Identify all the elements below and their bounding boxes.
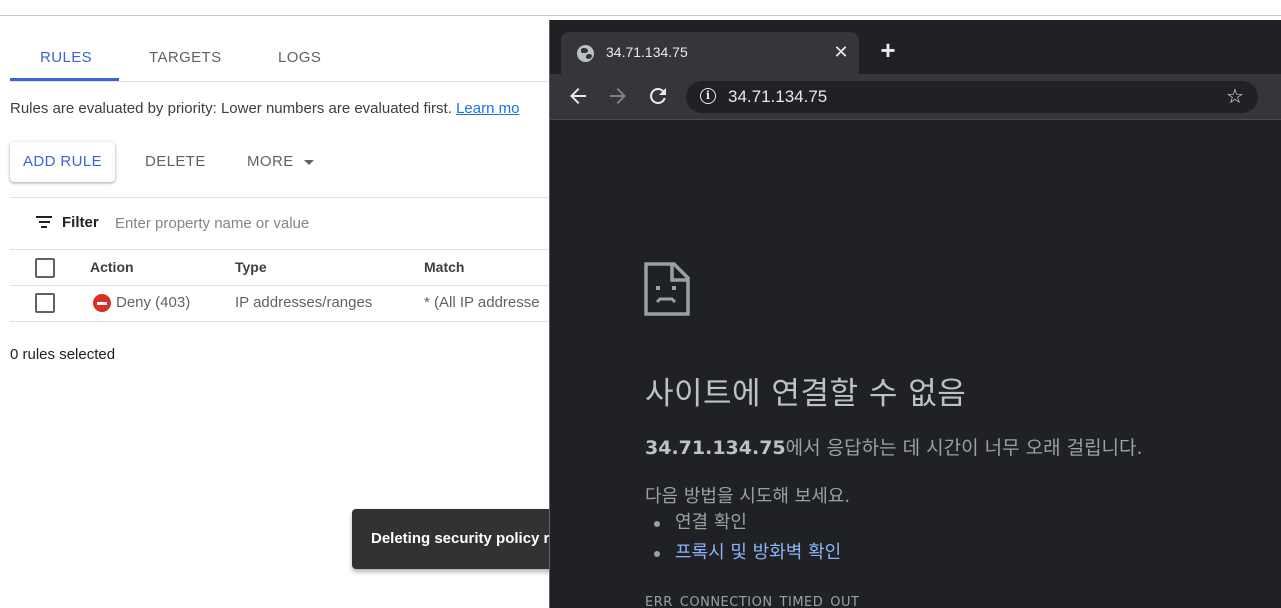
rule-type: IP addresses/ranges bbox=[235, 294, 373, 311]
browser-window: 34.71.134.75 ✕ + i 34.71.134.75 ☆ 사이트에 연… bbox=[549, 20, 1281, 608]
info-icon[interactable]: i bbox=[700, 88, 716, 104]
table-header-row: Action Type Match bbox=[10, 249, 570, 286]
rules-info: Rules are evaluated by priority: Lower n… bbox=[10, 100, 519, 117]
browser-toolbar: i 34.71.134.75 ☆ bbox=[550, 74, 1281, 120]
forward-arrow-icon[interactable] bbox=[606, 84, 630, 108]
error-message: 34.71.134.75에서 응답하는 데 시간이 너무 오래 걸립니다. bbox=[645, 433, 1143, 460]
row-checkbox[interactable] bbox=[35, 293, 55, 313]
url-text[interactable]: 34.71.134.75 bbox=[728, 87, 827, 107]
tab-rules[interactable]: RULES bbox=[40, 38, 92, 81]
error-page: 사이트에 연결할 수 없음 34.71.134.75에서 응답하는 데 시간이 … bbox=[550, 121, 1281, 608]
error-suggestions: 연결 확인 프록시 및 방화벽 확인 bbox=[653, 511, 841, 571]
browser-tab[interactable]: 34.71.134.75 ✕ bbox=[561, 32, 859, 74]
error-host: 34.71.134.75 bbox=[645, 437, 786, 459]
suggestion-check-proxy-firewall-link[interactable]: 프록시 및 방화벽 확인 bbox=[653, 541, 841, 571]
address-bar[interactable]: i 34.71.134.75 ☆ bbox=[686, 81, 1258, 113]
column-header-action[interactable]: Action bbox=[90, 259, 134, 275]
filter-icon[interactable] bbox=[36, 216, 52, 230]
rules-toolbar: ADD RULE DELETE MORE bbox=[10, 142, 570, 182]
toolbar-divider bbox=[10, 197, 570, 198]
tab-targets[interactable]: TARGETS bbox=[149, 38, 222, 81]
column-header-type[interactable]: Type bbox=[235, 259, 267, 275]
delete-button[interactable]: DELETE bbox=[145, 142, 206, 182]
caret-down-icon bbox=[303, 159, 314, 165]
rules-table: Action Type Match Deny (403) IP addresse… bbox=[10, 249, 570, 322]
reload-icon[interactable] bbox=[646, 84, 670, 108]
sad-document-icon bbox=[644, 262, 690, 316]
more-button-label: MORE bbox=[247, 153, 294, 170]
filter-input[interactable] bbox=[115, 210, 545, 236]
star-icon[interactable]: ☆ bbox=[1226, 84, 1244, 109]
suggestion-check-connection: 연결 확인 bbox=[653, 511, 841, 541]
globe-icon bbox=[577, 45, 594, 62]
close-icon[interactable]: ✕ bbox=[831, 40, 851, 64]
add-rule-button[interactable]: ADD RULE bbox=[10, 142, 115, 182]
rule-action: Deny (403) bbox=[116, 294, 191, 311]
rules-info-text: Rules are evaluated by priority: Lower n… bbox=[10, 100, 452, 117]
select-all-checkbox[interactable] bbox=[35, 258, 55, 278]
selection-count: 0 rules selected bbox=[10, 346, 116, 363]
learn-more-link[interactable]: Learn mo bbox=[456, 100, 519, 117]
more-button[interactable]: MORE bbox=[247, 142, 314, 182]
error-title: 사이트에 연결할 수 없음 bbox=[645, 376, 967, 412]
header-divider bbox=[0, 15, 1281, 16]
tab-logs[interactable]: LOGS bbox=[278, 38, 321, 81]
error-code: ERR_CONNECTION_TIMED_OUT bbox=[645, 595, 860, 608]
filter-bar: Filter bbox=[10, 206, 570, 240]
rule-match: * (All IP addresse bbox=[424, 294, 540, 311]
tab-bar: RULES TARGETS LOGS bbox=[10, 38, 570, 82]
error-suggestions-label: 다음 방법을 시도해 보세요. bbox=[645, 486, 851, 507]
table-row: Deny (403) IP addresses/ranges * (All IP… bbox=[10, 286, 570, 322]
deny-icon bbox=[93, 294, 111, 312]
filter-label: Filter bbox=[62, 214, 99, 231]
plus-icon[interactable]: + bbox=[875, 37, 901, 64]
back-arrow-icon[interactable] bbox=[566, 84, 590, 108]
column-header-match[interactable]: Match bbox=[424, 259, 464, 275]
error-message-text: 에서 응답하는 데 시간이 너무 오래 걸립니다. bbox=[785, 437, 1143, 459]
active-tab-indicator bbox=[10, 78, 119, 81]
browser-tab-title: 34.71.134.75 bbox=[606, 44, 688, 60]
